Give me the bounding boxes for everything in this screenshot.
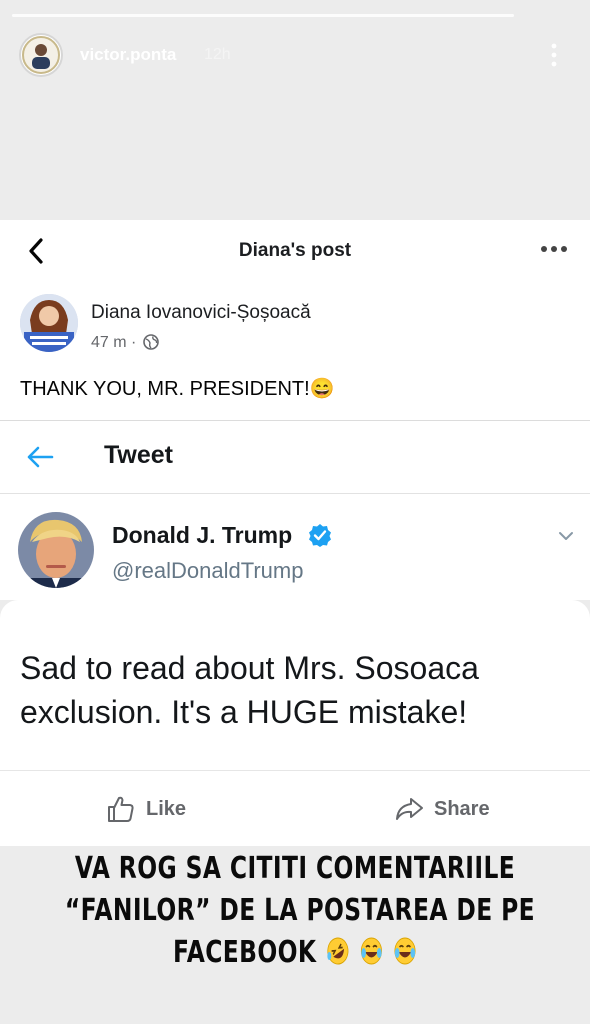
story-progress-bar <box>12 14 514 17</box>
tweet-header: Tweet <box>0 420 590 494</box>
tears-of-joy-emoji-icon <box>394 937 416 965</box>
back-arrow-icon[interactable] <box>26 445 54 469</box>
tears-of-joy-emoji-icon <box>361 937 383 965</box>
story-header: victor.ponta 12h <box>0 26 590 86</box>
author-avatar[interactable] <box>20 294 78 352</box>
tweet-body: Sad to read about Mrs. Sosoaca exclusion… <box>0 600 590 770</box>
like-button[interactable]: Like <box>106 793 186 825</box>
facebook-post-header: Diana's post <box>0 220 590 282</box>
tweet-text: Sad to read about Mrs. Sosoaca exclusion… <box>20 646 580 734</box>
tweet-author-name[interactable]: Donald J. Trump <box>112 522 292 549</box>
ellipsis-icon[interactable] <box>540 242 570 256</box>
rofl-emoji-icon <box>327 937 349 965</box>
tweet-author-handle[interactable]: @realDonaldTrump <box>112 558 303 584</box>
caption-line: VA ROG SA CITITI COMENTARIILE <box>74 851 516 886</box>
post-actions: Like Share <box>0 770 590 846</box>
tweet-header-label: Tweet <box>104 441 173 469</box>
page-title: Diana's post <box>238 240 352 261</box>
more-options-icon[interactable] <box>548 42 560 68</box>
facebook-post: Diana Iovanovici-Șoșoacă 47 m · THANK YO… <box>0 282 590 420</box>
thumbs-up-icon <box>108 796 134 822</box>
share-button[interactable]: Share <box>394 793 490 825</box>
like-label: Like <box>146 797 187 820</box>
story-avatar[interactable] <box>19 33 63 77</box>
share-label: Share <box>434 797 490 820</box>
tweet-text-line: exclusion. It's a HUGE mistake! <box>20 694 468 730</box>
verified-badge-icon <box>308 523 332 547</box>
story-caption: VA ROG SA CITITI COMENTARIILE “FANILOR” … <box>64 848 536 974</box>
post-time: 47 m · <box>91 334 137 351</box>
story-timestamp: 12h <box>204 46 231 63</box>
story-username[interactable]: victor.ponta <box>80 45 176 65</box>
tweet-author-avatar[interactable] <box>18 512 94 588</box>
story-frame: victor.ponta 12h Diana's post Diana Iova… <box>0 0 590 1024</box>
post-meta: 47 m · <box>91 334 159 352</box>
tweet-author: Donald J. Trump @realDonaldTrump <box>0 494 590 600</box>
caption-line: “FANILOR” DE LA POSTAREA DE PE <box>64 893 536 928</box>
author-name[interactable]: Diana Iovanovici-Șoșoacă <box>91 302 311 324</box>
globe-icon <box>142 334 159 350</box>
caption-line-with-emoji: FACEBOOK <box>65 932 525 974</box>
share-arrow-icon <box>396 798 423 820</box>
caption-text: FACEBOOK <box>173 935 317 970</box>
tweet-text-line: Sad to read about Mrs. Sosoaca <box>20 650 479 686</box>
chevron-down-icon[interactable] <box>558 528 574 540</box>
post-text: THANK YOU, MR. PRESIDENT!😄 <box>20 378 335 400</box>
